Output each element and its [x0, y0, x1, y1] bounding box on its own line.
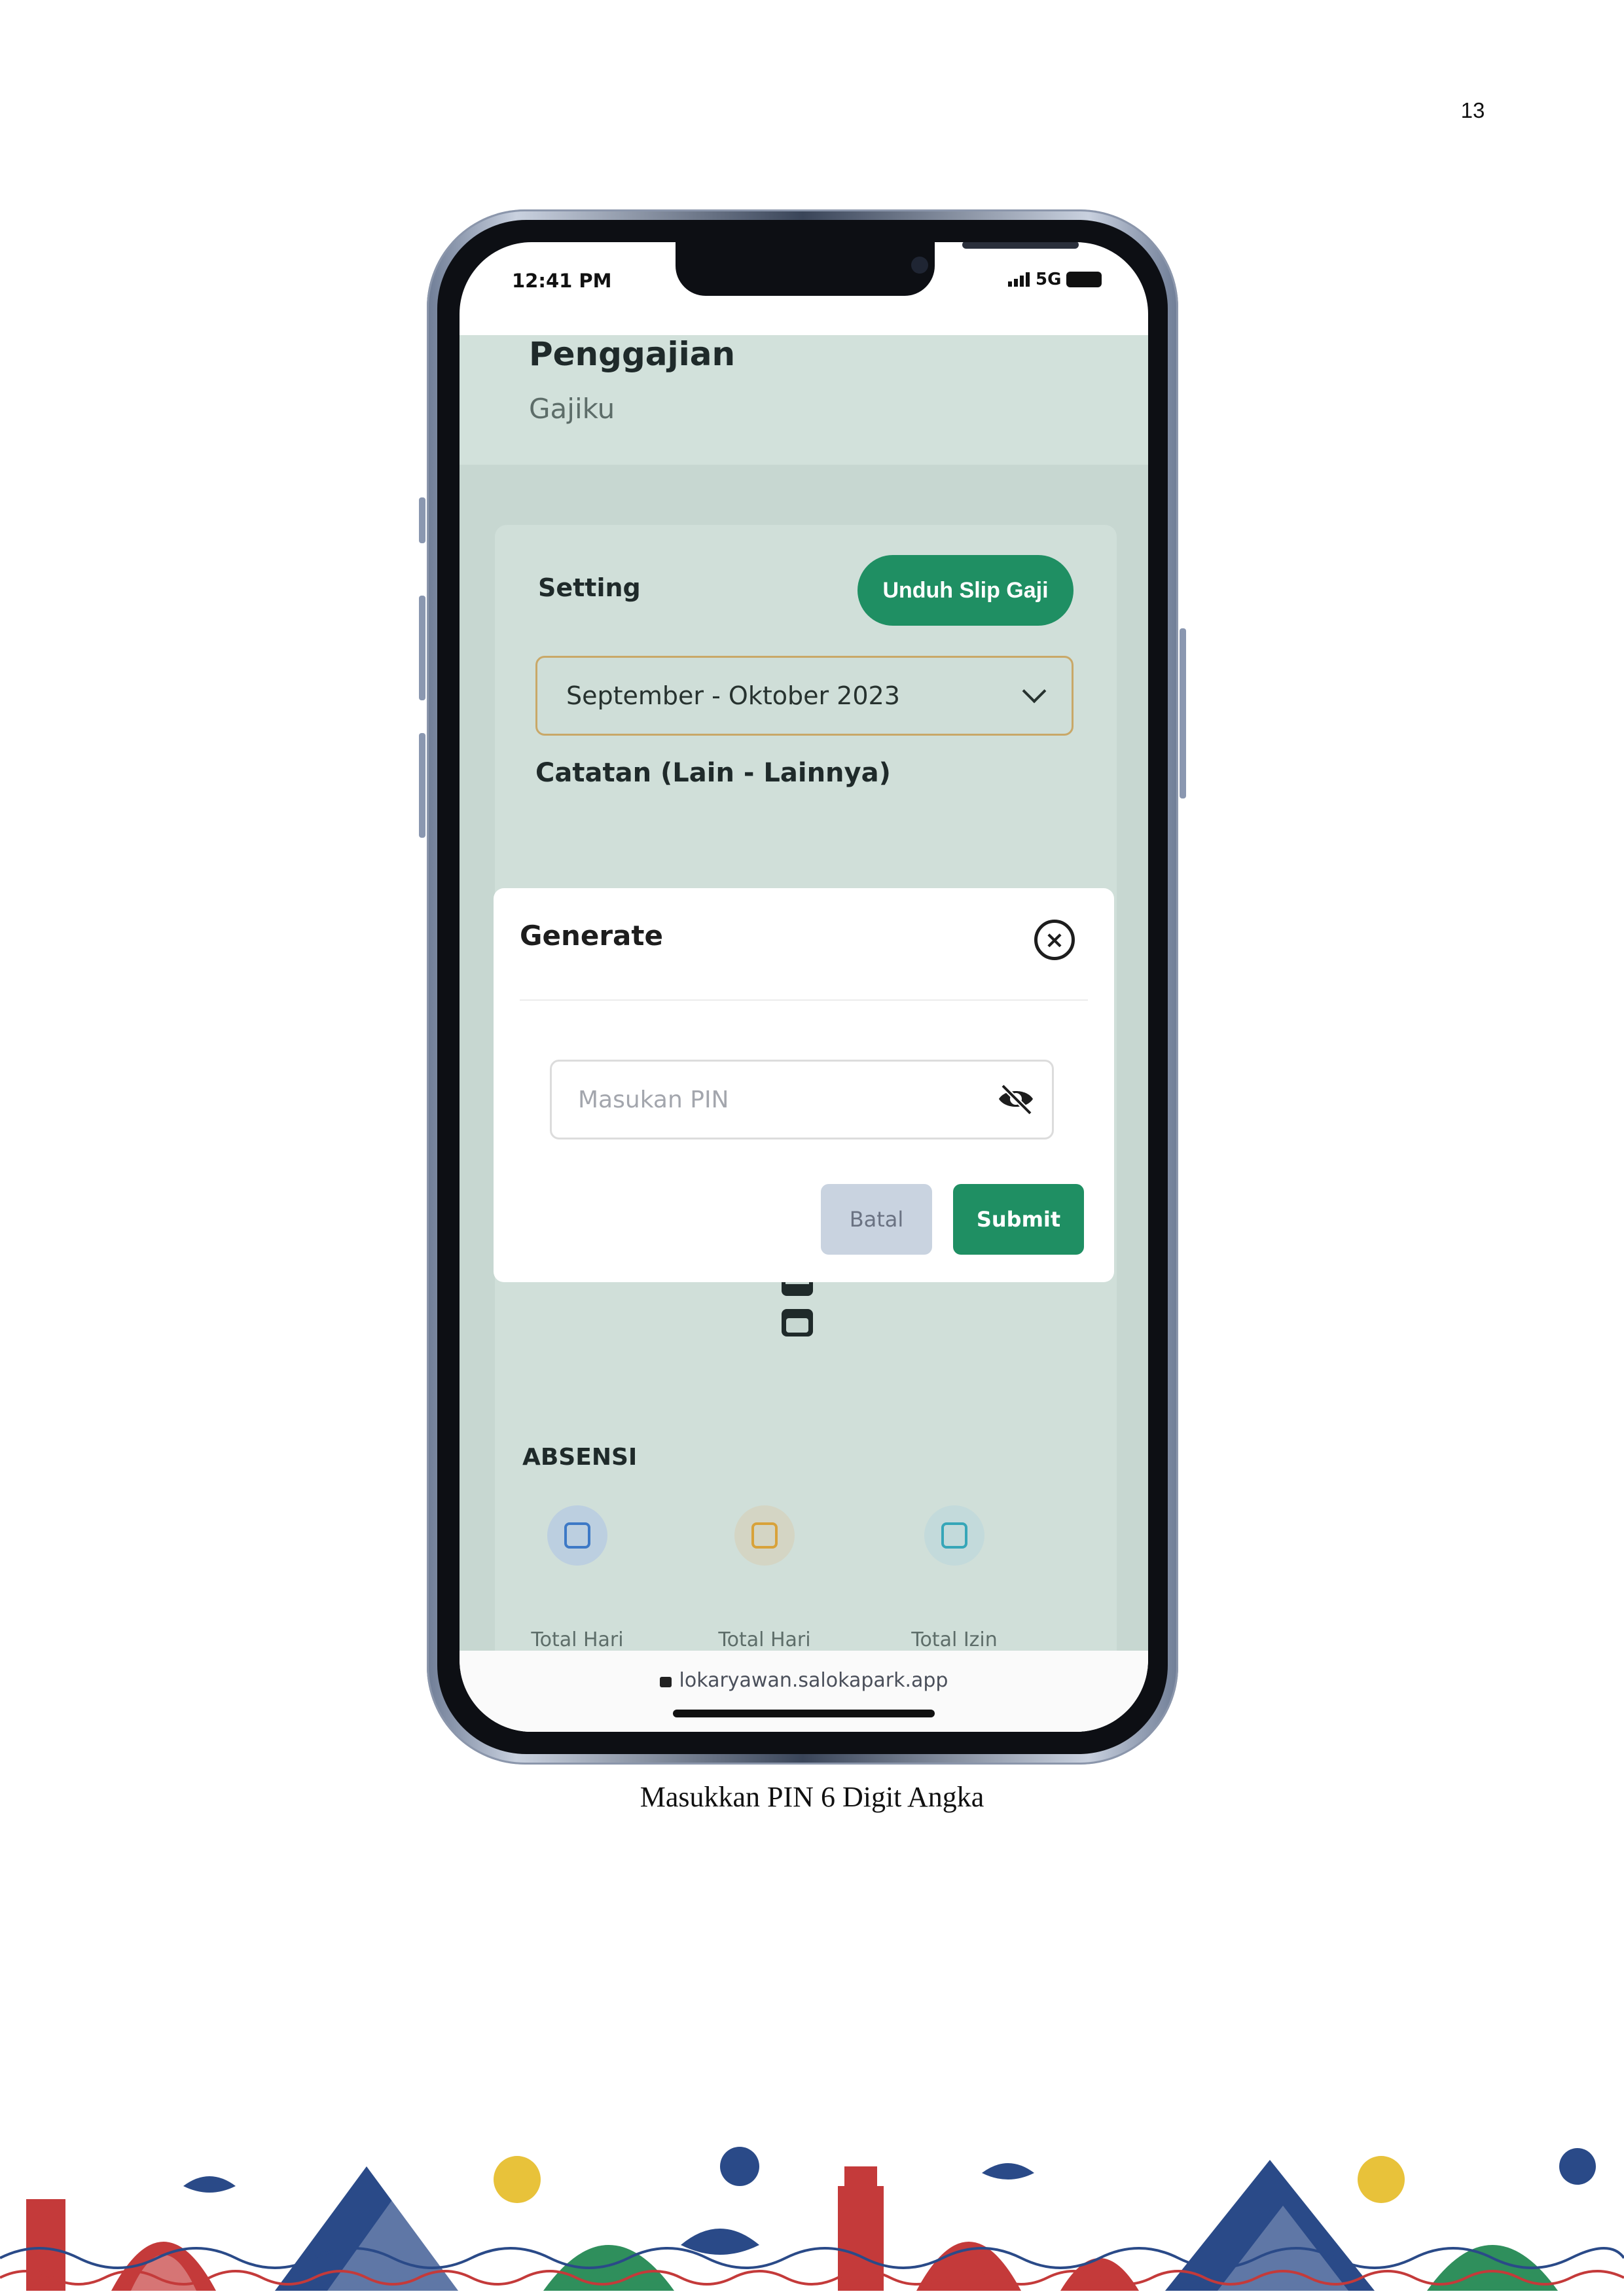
signal-icon	[1008, 272, 1030, 287]
generate-modal: Generate × Batal Submit	[494, 888, 1114, 1282]
absensi-label-total-izin: Total Izin	[911, 1628, 998, 1651]
figure-caption: Masukkan PIN 6 Digit Angka	[640, 1781, 984, 1813]
battery-icon	[1066, 272, 1102, 287]
notes-label: Catatan (Lain - Lainnya)	[535, 758, 891, 788]
modal-divider	[520, 999, 1088, 1001]
chevron-down-icon	[1022, 679, 1047, 704]
period-value: September - Oktober 2023	[566, 681, 900, 710]
modal-title: Generate	[520, 920, 663, 952]
absensi-label-total-hari-2: Total Hari	[718, 1628, 811, 1651]
page-number: 13	[1460, 98, 1485, 122]
decorative-border	[0, 2094, 1624, 2296]
url-text: lokaryawan.salokapark.app	[679, 1669, 948, 1692]
phone-side-button	[419, 497, 425, 543]
status-indicators: 5G	[1008, 270, 1102, 289]
pin-input[interactable]	[550, 1060, 1054, 1139]
home-indicator[interactable]	[673, 1710, 935, 1717]
phone-screen: 12:41 PM 5G Penggajian Gajiku Setting Un…	[460, 242, 1148, 1732]
eye-off-icon[interactable]	[996, 1082, 1036, 1116]
phone-volume-up-button	[419, 596, 425, 700]
status-time: 12:41 PM	[512, 270, 612, 292]
setting-label: Setting	[538, 573, 641, 602]
app-content: Penggajian Gajiku Setting Unduh Slip Gaj…	[460, 335, 1148, 1732]
absensi-total-izin-icon	[924, 1505, 984, 1566]
absensi-heading: ABSENSI	[522, 1444, 638, 1471]
batik-pattern-illustration	[0, 2094, 1624, 2296]
page-subtitle: Gajiku	[529, 393, 615, 425]
absensi-label-total-hari: Total Hari	[531, 1628, 624, 1651]
submit-button[interactable]: Submit	[953, 1184, 1084, 1255]
period-select[interactable]: September - Oktober 2023	[535, 656, 1074, 736]
page-header: Penggajian Gajiku	[460, 335, 1148, 465]
absensi-total-hari-icon	[547, 1505, 607, 1566]
page-title: Penggajian	[529, 335, 736, 373]
download-slip-button[interactable]: Unduh Slip Gaji	[857, 555, 1074, 626]
close-circle-icon[interactable]: ×	[1034, 920, 1075, 960]
cancel-button[interactable]: Batal	[821, 1184, 932, 1255]
lock-icon	[659, 1677, 672, 1687]
phone-power-button	[1180, 628, 1186, 798]
browser-url[interactable]: lokaryawan.salokapark.app	[460, 1669, 1148, 1692]
calendar-small-icon	[782, 1309, 813, 1336]
absensi-total-hari-2-icon	[734, 1505, 795, 1566]
phone-volume-down-button	[419, 733, 425, 838]
notch	[676, 242, 1079, 296]
network-label: 5G	[1036, 270, 1062, 289]
